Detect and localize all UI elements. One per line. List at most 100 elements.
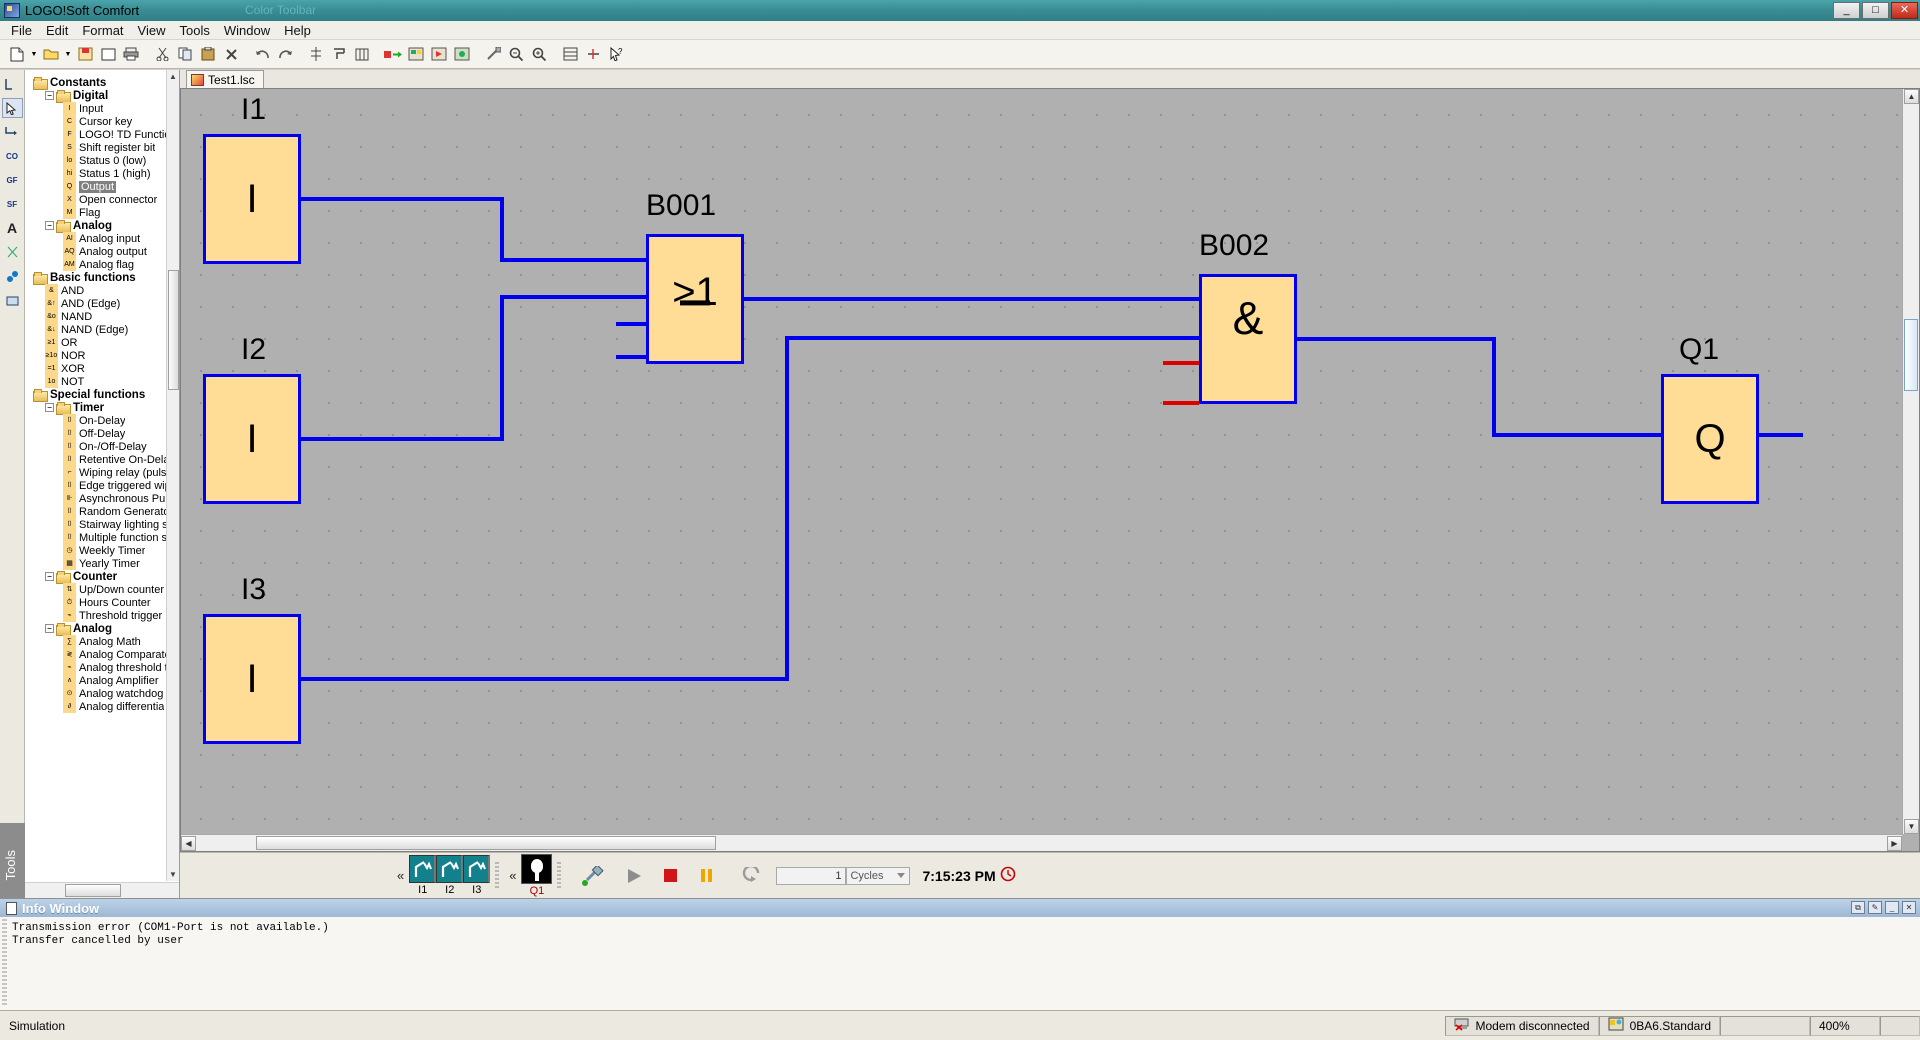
tree-item-or[interactable]: ≥1 OR: [25, 336, 179, 349]
tree-item-analog-watchdog[interactable]: ⊙ Analog watchdog: [25, 687, 179, 700]
tool-simulation-icon[interactable]: [2, 266, 23, 286]
sim-inputs-grip[interactable]: [495, 861, 500, 890]
tree-expander-icon[interactable]: −: [45, 403, 54, 412]
tree-item-retentive-on-dela[interactable]: ⌷ Retentive On-Dela: [25, 453, 179, 466]
tree-item-and-edge[interactable]: &↑ AND (Edge): [25, 297, 179, 310]
tool-text-icon[interactable]: A: [2, 218, 23, 238]
canvas-scroll-left-arrow[interactable]: ◀: [181, 836, 196, 851]
tree-item-analog-output[interactable]: AQ Analog output: [25, 245, 179, 258]
canvas-vertical-scrollbar[interactable]: ▲ ▼: [1902, 89, 1919, 834]
tree-item-weekly-timer[interactable]: ◷ Weekly Timer: [25, 544, 179, 557]
tree-hscroll-thumb[interactable]: [65, 884, 121, 897]
tree-item-analog-differentia[interactable]: ∂ Analog differentia: [25, 700, 179, 713]
block-i1[interactable]: I: [203, 134, 301, 264]
info-copy-button[interactable]: ⧉: [1851, 901, 1865, 914]
select-lines-icon[interactable]: [559, 43, 581, 65]
tree-item-analog-flag[interactable]: AM Analog flag: [25, 258, 179, 271]
canvas-scroll-down-arrow[interactable]: ▼: [1904, 819, 1919, 834]
tree-item-special-functions[interactable]: Special functions: [25, 388, 179, 402]
element-tree[interactable]: Constants − Digital I Input C Cursor key F LOGO!…: [25, 70, 179, 713]
canvas-hscroll-thumb[interactable]: [256, 836, 716, 850]
circuit-canvas[interactable]: I1 I I2 I I3 I B001 >1 B002 & Q1 Q: [181, 89, 1902, 834]
sim-input-i2[interactable]: I2: [436, 855, 464, 896]
new-file-icon[interactable]: [6, 43, 28, 65]
sim-input-switch-i1[interactable]: [409, 855, 437, 883]
tree-horizontal-scrollbar[interactable]: [25, 882, 179, 898]
tree-item-hours-counter[interactable]: ⏱ Hours Counter: [25, 596, 179, 609]
tree-item-not[interactable]: 1o NOT: [25, 375, 179, 388]
sim-outputs-grip[interactable]: [557, 861, 562, 890]
tree-item-analog[interactable]: − Analog: [25, 622, 179, 636]
tree-scroll-thumb[interactable]: [168, 270, 179, 390]
tree-item-analog-comparato[interactable]: ≷ Analog Comparato: [25, 648, 179, 661]
tree-item-yearly-timer[interactable]: ▦ Yearly Timer: [25, 557, 179, 570]
tree-item-analog-input[interactable]: AI Analog input: [25, 232, 179, 245]
maximize-button[interactable]: □: [1862, 2, 1889, 19]
canvas-scroll-up-arrow[interactable]: ▲: [1904, 89, 1919, 104]
tree-item-multiple-function-s[interactable]: ⌷ Multiple function s: [25, 531, 179, 544]
status-resize-grip[interactable]: [1880, 1015, 1920, 1036]
tree-item-open-connector[interactable]: X Open connector: [25, 193, 179, 206]
tree-item-edge-triggered-wip[interactable]: ⌷ Edge triggered wip: [25, 479, 179, 492]
block-b001[interactable]: >1: [646, 234, 744, 364]
tool-cut-join-icon[interactable]: [2, 242, 23, 262]
cut-icon[interactable]: [151, 43, 173, 65]
open-file-dropdown-icon[interactable]: ▼: [63, 43, 73, 65]
tree-item-status-1-high[interactable]: hi Status 1 (high): [25, 167, 179, 180]
sim-play-button[interactable]: [622, 864, 648, 888]
redo-icon[interactable]: [274, 43, 296, 65]
tree-item-stairway-lighting-s[interactable]: ⌷ Stairway lighting s: [25, 518, 179, 531]
open-file-icon[interactable]: [40, 43, 62, 65]
info-close-button[interactable]: ✕: [1902, 901, 1916, 914]
close-document-icon[interactable]: [97, 43, 119, 65]
tree-item-xor[interactable]: =1 XOR: [25, 362, 179, 375]
menu-edit[interactable]: Edit: [39, 22, 75, 39]
online-test-icon[interactable]: [451, 43, 473, 65]
logo-to-pc-icon[interactable]: [405, 43, 427, 65]
tool-connector-icon[interactable]: [2, 74, 23, 94]
tree-item-nor[interactable]: ≥1o NOR: [25, 349, 179, 362]
tree-item-shift-register-bit[interactable]: S Shift register bit: [25, 141, 179, 154]
print-icon[interactable]: [120, 43, 142, 65]
sim-output-lamp-q1[interactable]: [521, 854, 553, 884]
tree-item-random-generato[interactable]: ⌷ Random Generato: [25, 505, 179, 518]
paste-icon[interactable]: [197, 43, 219, 65]
zoom-out-icon[interactable]: [505, 43, 527, 65]
tree-item-analog-amplifier[interactable]: ∧ Analog Amplifier: [25, 674, 179, 687]
tree-expander-icon[interactable]: −: [45, 221, 54, 230]
canvas-scroll-right-arrow[interactable]: ▶: [1887, 836, 1902, 851]
menu-file[interactable]: File: [4, 22, 39, 39]
collapse-inputs-button[interactable]: «: [392, 868, 409, 883]
tree-scroll-up-arrow[interactable]: ▲: [169, 72, 177, 81]
sim-cycles-unit-select[interactable]: Cycles: [846, 866, 911, 885]
tree-item-up-down-counter[interactable]: ⇅ Up/Down counter: [25, 583, 179, 596]
zoom-in-icon[interactable]: [528, 43, 550, 65]
arrange-icon[interactable]: [328, 43, 350, 65]
save-file-icon[interactable]: [74, 43, 96, 65]
tree-item-wiping-relay-puls[interactable]: ⌐ Wiping relay (puls: [25, 466, 179, 479]
grid-icon[interactable]: [351, 43, 373, 65]
tree-item-off-delay[interactable]: ⌷ Off-Delay: [25, 427, 179, 440]
menu-view[interactable]: View: [131, 22, 173, 39]
tree-item-digital[interactable]: − Digital: [25, 89, 179, 103]
tool-connect-icon[interactable]: [2, 122, 23, 142]
tree-item-flag[interactable]: M Flag: [25, 206, 179, 219]
menu-format[interactable]: Format: [75, 22, 130, 39]
tool-basic-functions-icon[interactable]: GF: [2, 170, 23, 190]
clock-icon[interactable]: [1000, 866, 1016, 885]
tree-expander-icon[interactable]: −: [45, 572, 54, 581]
sim-stop-button[interactable]: [658, 864, 684, 888]
minimize-button[interactable]: _: [1833, 2, 1860, 19]
block-b002[interactable]: &: [1199, 274, 1297, 404]
tree-item-and[interactable]: & AND: [25, 284, 179, 297]
info-minimize-button[interactable]: _: [1885, 901, 1899, 914]
tree-item-on-off-delay[interactable]: ⌷ On-/Off-Delay: [25, 440, 179, 453]
pc-to-logo-icon[interactable]: [382, 43, 404, 65]
sim-cycles-input[interactable]: 1: [776, 866, 847, 885]
canvas-vscroll-thumb[interactable]: [1904, 319, 1918, 391]
sim-input-i3[interactable]: I3: [463, 855, 491, 896]
tree-scroll-down-arrow[interactable]: ▼: [169, 870, 177, 879]
sim-cycle-step-button[interactable]: [738, 864, 764, 888]
sim-input-i1[interactable]: I1: [409, 855, 437, 896]
cut-connections-icon[interactable]: [582, 43, 604, 65]
